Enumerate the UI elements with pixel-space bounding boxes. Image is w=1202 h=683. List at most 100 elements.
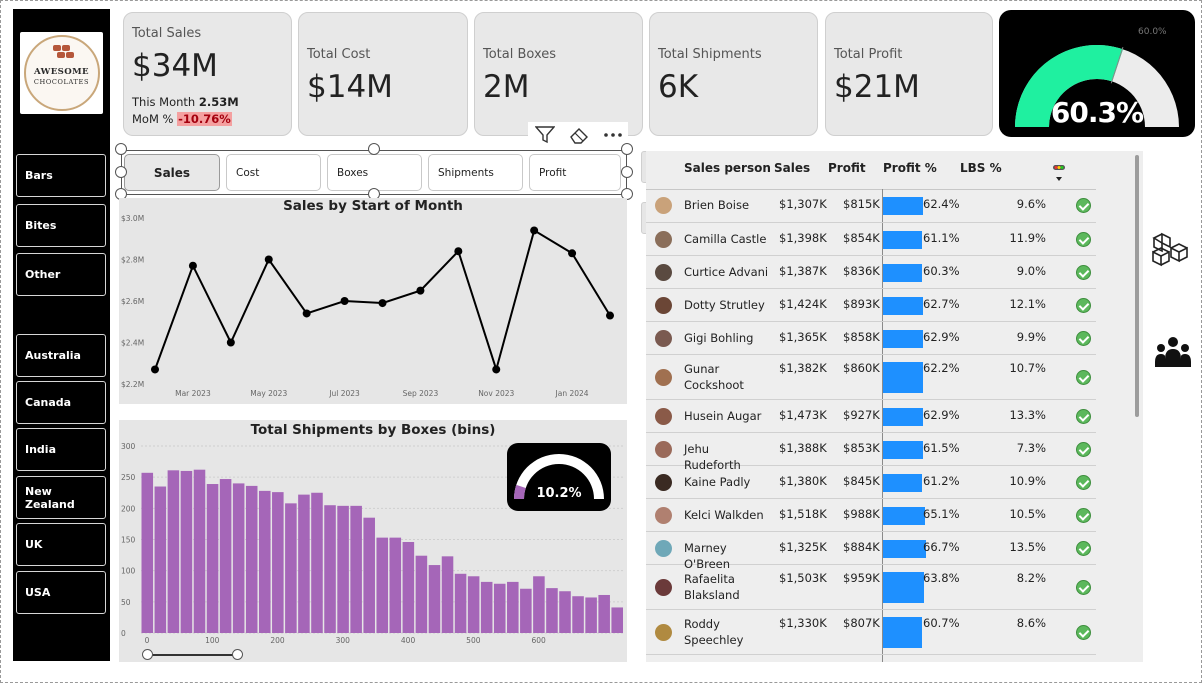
line-point[interactable] — [378, 299, 387, 308]
histogram-bar[interactable] — [598, 594, 610, 633]
resize-handle[interactable] — [621, 143, 633, 155]
resize-handle[interactable] — [368, 143, 380, 155]
histogram-bar[interactable] — [533, 576, 545, 633]
table-row[interactable]: Dotty Strutley $1,424K $893K 62.7% 12.1% — [646, 289, 1096, 322]
profit-value: $836K — [843, 264, 880, 278]
boxes-icon[interactable] — [1149, 230, 1189, 270]
filter-icon[interactable] — [532, 124, 558, 146]
histogram-bar[interactable] — [441, 556, 454, 633]
status-check-icon — [1076, 298, 1091, 313]
range-slider-track[interactable] — [148, 654, 238, 656]
histogram-bar[interactable] — [193, 469, 206, 633]
line-point[interactable] — [606, 311, 614, 320]
line-point[interactable] — [226, 338, 235, 347]
range-slider-end-handle[interactable] — [232, 649, 243, 660]
country-button[interactable]: New Zealand — [16, 476, 106, 519]
resize-handle[interactable] — [115, 166, 127, 178]
histogram-bar[interactable] — [272, 492, 284, 633]
column-header-profit[interactable]: Profit — [828, 161, 866, 175]
slicer-tab-boxes[interactable]: Boxes — [327, 154, 422, 191]
histogram-bar[interactable] — [258, 490, 271, 633]
column-header-lbs-pct[interactable]: LBS % — [960, 161, 1002, 175]
table-scrollbar[interactable] — [1135, 155, 1139, 417]
histogram-bar[interactable] — [611, 607, 623, 633]
histogram-bar[interactable] — [285, 503, 297, 633]
histogram-bar[interactable] — [480, 581, 493, 633]
table-row[interactable]: Rafaelita Blaksland $1,503K $959K 63.8% 8.2% — [646, 565, 1096, 610]
table-row[interactable]: Curtice Advani $1,387K $836K 60.3% 9.0% — [646, 256, 1096, 289]
more-options-icon[interactable] — [600, 124, 626, 146]
histogram-bar[interactable] — [350, 505, 362, 633]
line-point[interactable] — [568, 249, 577, 258]
histogram-bar[interactable] — [206, 484, 219, 633]
histogram-bar[interactable] — [507, 581, 519, 633]
sort-indicator-icon[interactable] — [1052, 163, 1066, 183]
country-button[interactable]: Canada — [16, 381, 106, 424]
histogram-bar[interactable] — [376, 537, 389, 633]
histogram-bar[interactable] — [559, 591, 571, 633]
country-button[interactable]: USA — [16, 571, 106, 614]
histogram-bar[interactable] — [141, 472, 154, 633]
country-button[interactable]: Australia — [16, 334, 106, 377]
slicer-tab-profit[interactable]: Profit — [529, 154, 621, 191]
category-button[interactable]: Bars — [16, 154, 106, 197]
histogram-bar[interactable] — [311, 492, 323, 633]
table-row[interactable]: Husein Augar $1,473K $927K 62.9% 13.3% — [646, 400, 1096, 433]
line-point[interactable] — [302, 309, 311, 318]
histogram-bar[interactable] — [546, 588, 558, 633]
histogram-bar[interactable] — [454, 573, 467, 633]
histogram-bar[interactable] — [428, 565, 441, 633]
histogram-bar[interactable] — [167, 470, 180, 633]
line-point[interactable] — [530, 226, 539, 235]
table-row[interactable]: Marney O'Breen $1,325K $884K 66.7% 13.5% — [646, 532, 1096, 571]
histogram-bar[interactable] — [415, 555, 428, 633]
histogram-bar[interactable] — [245, 485, 258, 633]
histogram-bar[interactable] — [219, 479, 232, 633]
line-point[interactable] — [264, 255, 273, 264]
line-point[interactable] — [340, 297, 349, 305]
histogram-bar[interactable] — [585, 597, 597, 633]
histogram-bar[interactable] — [298, 494, 310, 633]
column-header-sales-person[interactable]: Sales person — [684, 161, 771, 175]
histogram-bar[interactable] — [402, 541, 415, 633]
histogram-bar[interactable] — [493, 583, 506, 633]
resize-handle[interactable] — [115, 143, 127, 155]
line-point[interactable] — [188, 261, 197, 270]
histogram-bar[interactable] — [154, 486, 167, 633]
column-header-profit-pct[interactable]: Profit % — [883, 161, 937, 175]
people-icon[interactable] — [1154, 334, 1192, 372]
column-header-sales[interactable]: Sales — [774, 161, 810, 175]
table-row[interactable]: Roddy Speechley $1,330K $807K 60.7% 8.6% — [646, 610, 1096, 655]
range-slider-start-handle[interactable] — [142, 649, 153, 660]
table-row[interactable]: Brien Boise $1,307K $815K 62.4% 9.6% — [646, 189, 1096, 223]
category-button[interactable]: Other — [16, 253, 106, 296]
histogram-bar[interactable] — [467, 576, 480, 633]
country-button[interactable]: UK — [16, 523, 106, 566]
resize-handle[interactable] — [621, 166, 633, 178]
histogram-bar[interactable] — [363, 517, 375, 633]
slicer-tab-sales[interactable]: Sales — [124, 154, 220, 191]
histogram-bar[interactable] — [389, 537, 402, 633]
table-row[interactable]: Kaine Padly $1,380K $845K 61.2% 10.9% — [646, 466, 1096, 499]
histogram-bar[interactable] — [232, 483, 245, 633]
table-row[interactable]: Camilla Castle $1,398K $854K 61.1% 11.9% — [646, 223, 1096, 256]
country-button[interactable]: India — [16, 428, 106, 471]
category-button[interactable]: Bites — [16, 204, 106, 247]
histogram-bar[interactable] — [337, 505, 349, 633]
slicer-tab-shipments[interactable]: Shipments — [428, 154, 523, 191]
line-point[interactable] — [492, 365, 501, 374]
eraser-icon[interactable] — [566, 124, 592, 146]
table-row[interactable]: Kelci Walkden $1,518K $988K 65.1% 10.5% — [646, 499, 1096, 532]
slicer-tab-cost[interactable]: Cost — [226, 154, 321, 191]
histogram-bar[interactable] — [180, 470, 193, 633]
histogram-bar[interactable] — [324, 505, 336, 633]
histogram-bar[interactable] — [572, 596, 584, 633]
table-row[interactable]: Gunar Cockshoot $1,382K $860K 62.2% 10.7% — [646, 355, 1096, 400]
table-row[interactable]: Gigi Bohling $1,365K $858K 62.9% 9.9% — [646, 322, 1096, 355]
profit-value: $959K — [843, 571, 880, 585]
line-point[interactable] — [151, 365, 159, 374]
line-point[interactable] — [416, 286, 425, 295]
line-point[interactable] — [454, 247, 463, 256]
histogram-bar[interactable] — [520, 588, 532, 633]
table-row[interactable]: Jehu Rudeforth $1,388K $853K 61.5% 7.3% — [646, 433, 1096, 472]
